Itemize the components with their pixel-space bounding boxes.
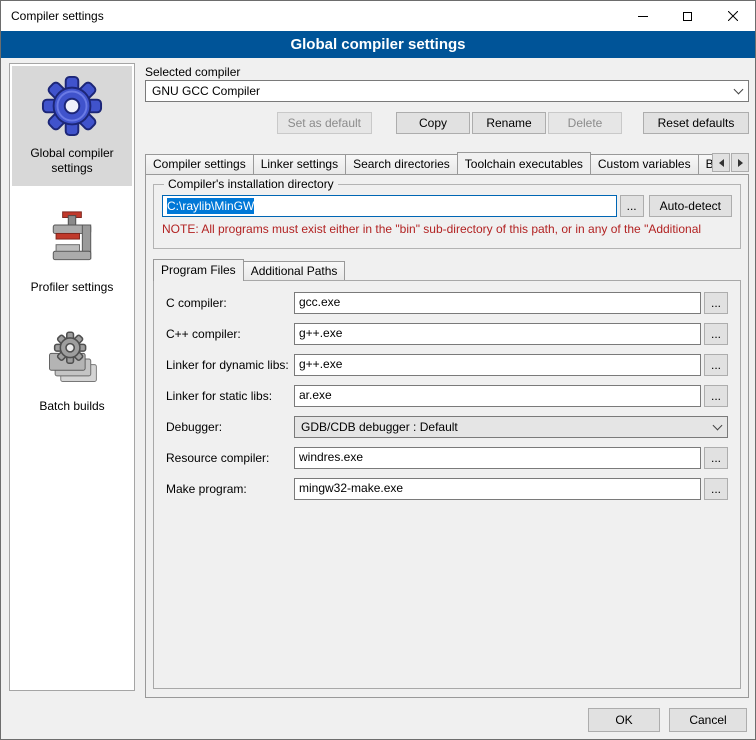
sidebar-item-label: Batch builds: [39, 399, 104, 414]
close-button[interactable]: [710, 1, 755, 31]
sidebar-item-batch-builds[interactable]: Batch builds: [12, 319, 132, 424]
rename-button[interactable]: Rename: [472, 112, 546, 134]
dialog-header-title: Global compiler settings: [290, 36, 465, 53]
linker-dynamic-browse-button[interactable]: ...: [704, 354, 728, 376]
field-row-cpp-compiler: C++ compiler: g++.exe ...: [166, 323, 728, 345]
linker-dynamic-label: Linker for dynamic libs:: [166, 354, 294, 376]
reset-defaults-button[interactable]: Reset defaults: [643, 112, 749, 134]
compiler-settings-window: Compiler settings Global compiler settin…: [0, 0, 756, 740]
installation-directory-group: Compiler's installation directory C:\ray…: [153, 177, 741, 249]
toolchain-executables-panel: Compiler's installation directory C:\ray…: [145, 174, 749, 698]
ok-button[interactable]: OK: [588, 708, 660, 732]
make-program-input[interactable]: mingw32-make.exe: [294, 478, 701, 500]
installation-directory-legend: Compiler's installation directory: [164, 177, 338, 191]
tab-toolchain-executables[interactable]: Toolchain executables: [457, 152, 591, 174]
linker-dynamic-value: g++.exe: [299, 357, 342, 371]
cpp-compiler-browse-button[interactable]: ...: [704, 323, 728, 345]
copy-button[interactable]: Copy: [396, 112, 470, 134]
sidebar-item-label: Profiler settings: [31, 280, 114, 295]
c-compiler-value: gcc.exe: [299, 295, 340, 309]
field-row-resource-compiler: Resource compiler: windres.exe ...: [166, 447, 728, 469]
batch-builds-icon: [40, 327, 104, 391]
field-row-make-program: Make program: mingw32-make.exe ...: [166, 478, 728, 500]
field-row-linker-static: Linker for static libs: ar.exe ...: [166, 385, 728, 407]
tab-scroll-arrows: [712, 153, 749, 172]
linker-dynamic-input[interactable]: g++.exe: [294, 354, 701, 376]
tab-custom-variables[interactable]: Custom variables: [590, 154, 699, 174]
debugger-label: Debugger:: [166, 416, 294, 438]
compiler-actions-row: Set as default Copy Rename Delete Reset …: [145, 112, 749, 134]
resource-compiler-browse-button[interactable]: ...: [704, 447, 728, 469]
c-compiler-input[interactable]: gcc.exe: [294, 292, 701, 314]
titlebar: Compiler settings: [1, 1, 755, 31]
resource-compiler-value: windres.exe: [299, 450, 363, 464]
settings-tabstrip: Compiler settings Linker settings Search…: [145, 151, 749, 174]
make-program-browse-button[interactable]: ...: [704, 478, 728, 500]
make-program-value: mingw32-make.exe: [299, 481, 403, 495]
resource-compiler-input[interactable]: windres.exe: [294, 447, 701, 469]
chevron-down-icon: [734, 85, 744, 95]
gear-icon: [40, 74, 104, 138]
tabs-container: Compiler settings Linker settings Search…: [145, 151, 712, 174]
selected-compiler-dropdown[interactable]: GNU GCC Compiler: [145, 80, 749, 102]
main-content: Selected compiler GNU GCC Compiler Set a…: [145, 59, 749, 703]
linker-static-label: Linker for static libs:: [166, 385, 294, 407]
maximize-icon: [683, 12, 692, 21]
cpp-compiler-label: C++ compiler:: [166, 323, 294, 345]
window-controls: [620, 1, 755, 31]
browse-directory-button[interactable]: ...: [620, 195, 644, 217]
linker-static-browse-button[interactable]: ...: [704, 385, 728, 407]
installation-directory-value: C:\raylib\MinGW: [167, 198, 254, 214]
subtab-program-files[interactable]: Program Files: [153, 259, 244, 281]
program-files-tabstrip: Program Files Additional Paths: [153, 259, 741, 280]
tab-search-directories[interactable]: Search directories: [345, 154, 458, 174]
sidebar-item-label: Global compiler settings: [14, 146, 130, 176]
set-as-default-button[interactable]: Set as default: [277, 112, 372, 134]
tab-linker-settings[interactable]: Linker settings: [253, 154, 346, 174]
c-compiler-label: C compiler:: [166, 292, 294, 314]
debugger-value: GDB/CDB debugger : Default: [301, 420, 458, 434]
settings-category-list: Global compiler settings Profiler settin…: [9, 63, 135, 691]
debugger-dropdown[interactable]: GDB/CDB debugger : Default: [294, 416, 728, 438]
dialog-header: Global compiler settings: [1, 31, 755, 58]
c-compiler-browse-button[interactable]: ...: [704, 292, 728, 314]
cancel-button[interactable]: Cancel: [669, 708, 747, 732]
program-files-panel: C compiler: gcc.exe ... C++ compiler: g+…: [153, 280, 741, 689]
cpp-compiler-input[interactable]: g++.exe: [294, 323, 701, 345]
close-icon: [728, 11, 738, 21]
linker-static-input[interactable]: ar.exe: [294, 385, 701, 407]
sidebar-item-global-compiler-settings[interactable]: Global compiler settings: [12, 66, 132, 186]
tab-scroll-left-button[interactable]: [712, 153, 730, 172]
window-title: Compiler settings: [1, 9, 104, 23]
selected-compiler-value: GNU GCC Compiler: [152, 84, 260, 98]
linker-static-value: ar.exe: [299, 388, 332, 402]
chevron-down-icon: [713, 421, 723, 431]
installation-directory-row: C:\raylib\MinGW ... Auto-detect: [162, 195, 732, 217]
auto-detect-button[interactable]: Auto-detect: [649, 195, 732, 217]
tab-compiler-settings[interactable]: Compiler settings: [145, 154, 254, 174]
subtab-additional-paths[interactable]: Additional Paths: [243, 261, 346, 280]
tab-build-options[interactable]: Buil: [698, 154, 712, 174]
field-row-debugger: Debugger: GDB/CDB debugger : Default: [166, 416, 728, 438]
triangle-left-icon: [719, 159, 724, 167]
maximize-button[interactable]: [665, 1, 710, 31]
sidebar-item-profiler-settings[interactable]: Profiler settings: [12, 200, 132, 305]
cpp-compiler-value: g++.exe: [299, 326, 342, 340]
delete-button[interactable]: Delete: [548, 112, 622, 134]
field-row-linker-dynamic: Linker for dynamic libs: g++.exe ...: [166, 354, 728, 376]
triangle-right-icon: [738, 159, 743, 167]
profiler-clamp-icon: [40, 208, 104, 272]
directory-note: NOTE: All programs must exist either in …: [162, 222, 732, 236]
dialog-footer: OK Cancel: [588, 708, 747, 732]
make-program-label: Make program:: [166, 478, 294, 500]
resource-compiler-label: Resource compiler:: [166, 447, 294, 469]
minimize-button[interactable]: [620, 1, 665, 31]
field-row-c-compiler: C compiler: gcc.exe ...: [166, 292, 728, 314]
tab-scroll-right-button[interactable]: [731, 153, 749, 172]
installation-directory-input[interactable]: C:\raylib\MinGW: [162, 195, 617, 217]
minimize-icon: [638, 16, 648, 17]
selected-compiler-label: Selected compiler: [145, 65, 240, 79]
